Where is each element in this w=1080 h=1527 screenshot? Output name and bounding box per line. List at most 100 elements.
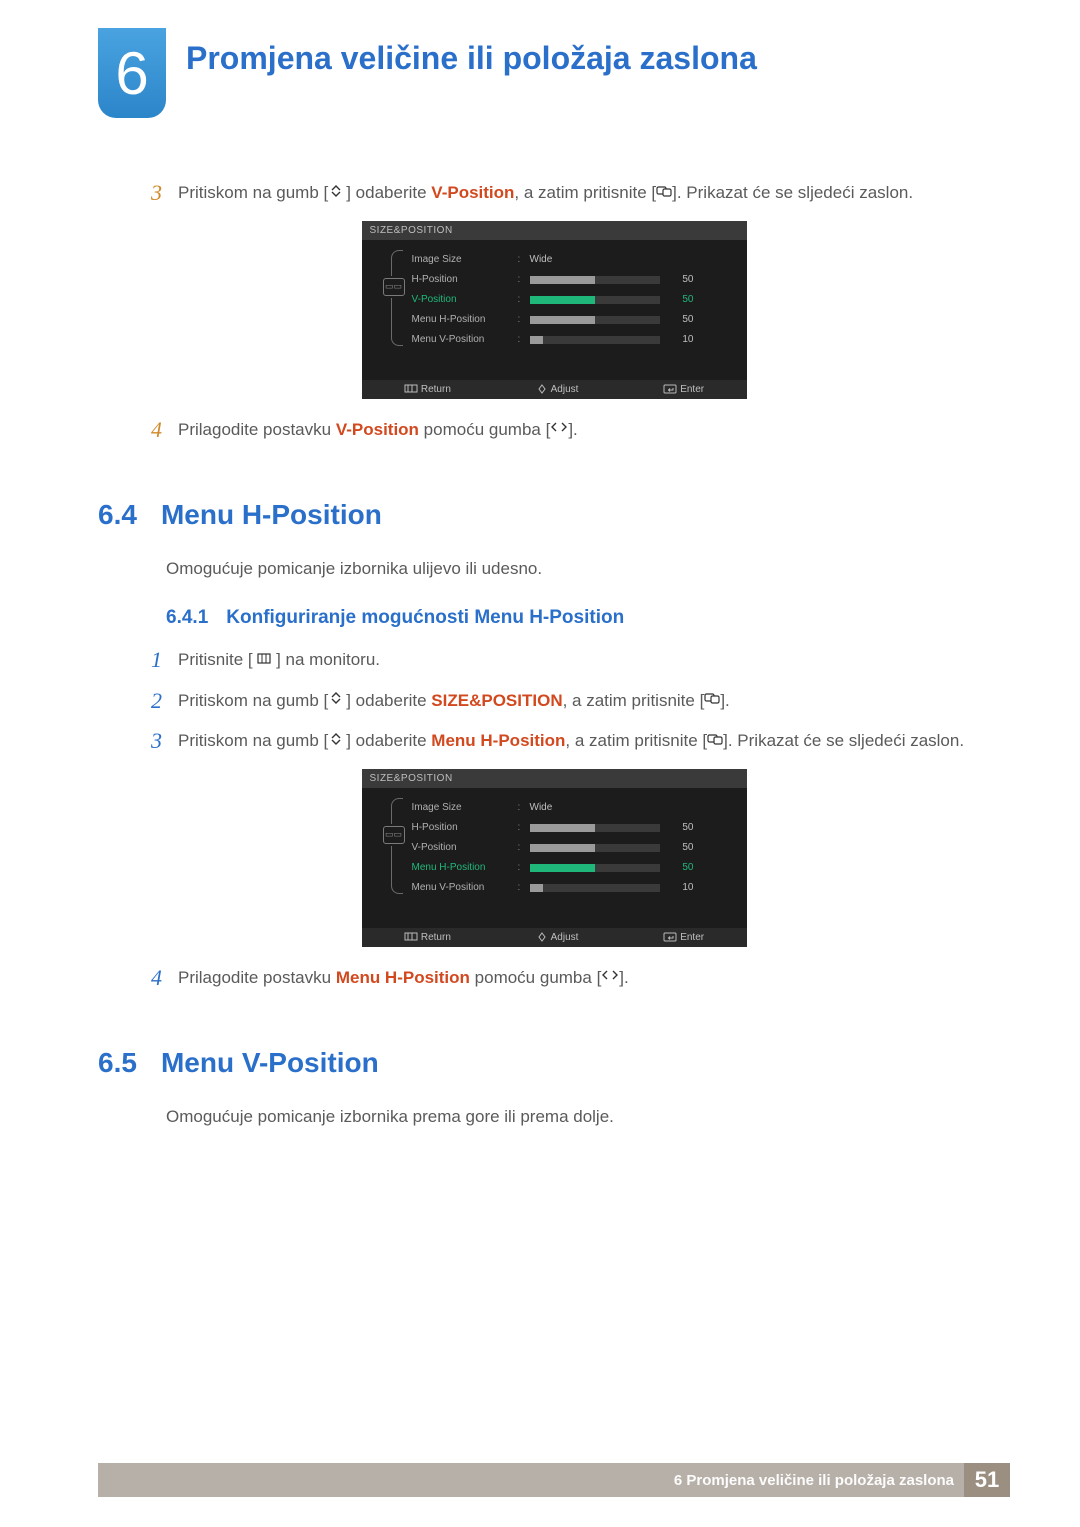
osd-row-label: Menu H-Position [412, 862, 512, 873]
osd-row: V-Position:50 [412, 838, 733, 858]
osd-title: SIZE&POSITION [362, 221, 747, 240]
osd-footer: Return Adjust Enter [362, 380, 747, 399]
updown-icon [328, 180, 346, 206]
osd-row: Image Size:Wide [412, 250, 733, 270]
osd-side: ▭▭ [376, 798, 412, 910]
osd-row-bar [530, 336, 660, 344]
updown-icon [328, 687, 346, 713]
osd-row-number: 50 [668, 274, 694, 285]
osd-row-label: Image Size [412, 254, 512, 265]
s641-step-4: 4 Prilagodite postavku Menu H-Position p… [98, 965, 1010, 992]
osd-row-label: Menu H-Position [412, 314, 512, 325]
section-title: Menu H-Position [161, 499, 382, 531]
osd-row: V-Position:50 [412, 290, 733, 310]
osd-side: ▭▭ [376, 250, 412, 362]
osd-foot-return: Return [404, 932, 451, 943]
step-4-top: 4 Prilagodite postavku V-Position pomoću… [98, 417, 1010, 444]
section-6-5-head: 6.5 Menu V-Position [98, 1047, 1010, 1079]
osd-foot-adjust: Adjust [536, 384, 579, 395]
osd-row-number: 50 [668, 822, 694, 833]
osd-row-number: 50 [668, 314, 694, 325]
step-text: Pritisnite [ ] na monitoru. [178, 647, 1010, 674]
osd-row: Menu H-Position:50 [412, 310, 733, 330]
osd-row-number: 10 [668, 334, 694, 345]
osd-side-icon: ▭▭ [383, 826, 405, 844]
osd-row-label: H-Position [412, 274, 512, 285]
menu-icon [257, 647, 271, 673]
highlight: V-Position [431, 183, 514, 202]
subsection-6-4-1-head: 6.4.1 Konfiguriranje mogućnosti Menu H-P… [166, 607, 1010, 629]
highlight: Menu H-Position [431, 731, 565, 750]
section-6-5-para: Omogućuje pomicanje izbornika prema gore… [166, 1107, 1010, 1127]
section-number: 6.5 [98, 1047, 137, 1079]
step-text: Pritiskom na gumb [] odaberite V-Positio… [178, 180, 1010, 207]
chapter-badge: 6 [98, 28, 166, 118]
step-number: 3 [98, 728, 178, 755]
s641-step-2: 2 Pritiskom na gumb [] odaberite SIZE&PO… [98, 688, 1010, 715]
osd-row-number: 50 [668, 294, 694, 305]
osd-row-bar [530, 824, 660, 832]
section-number: 6.4 [98, 499, 137, 531]
osd-row-bar [530, 296, 660, 304]
step-number: 3 [98, 180, 178, 207]
footer-text: 6 Promjena veličine ili položaja zaslona [674, 1472, 964, 1489]
osd-panel-2: SIZE&POSITION ▭▭ Image Size:WideH-Positi… [362, 769, 747, 947]
osd-row-bar [530, 316, 660, 324]
osd-row-value: Wide [530, 254, 590, 265]
step-text: Pritiskom na gumb [] odaberite SIZE&POSI… [178, 688, 1010, 715]
enter-icon [707, 728, 723, 754]
osd-row-label: V-Position [412, 294, 512, 305]
osd-row-bar [530, 276, 660, 284]
osd-row: H-Position:50 [412, 818, 733, 838]
osd-row-label: V-Position [412, 842, 512, 853]
osd-row-label: Image Size [412, 802, 512, 813]
section-title: Menu V-Position [161, 1047, 379, 1079]
step-text: Prilagodite postavku Menu H-Position pom… [178, 965, 1010, 992]
osd-row-bar [530, 844, 660, 852]
osd-row-number: 50 [668, 842, 694, 853]
enter-icon [704, 687, 720, 713]
highlight: Menu H-Position [336, 968, 470, 987]
leftright-icon [550, 416, 568, 442]
osd-footer: Return Adjust Enter [362, 928, 747, 947]
highlight: SIZE&POSITION [431, 691, 562, 710]
updown-icon [328, 728, 346, 754]
leftright-icon [601, 964, 619, 990]
osd-side-icon: ▭▭ [383, 278, 405, 296]
chapter-number: 6 [115, 39, 148, 108]
osd-row-number: 10 [668, 882, 694, 893]
enter-icon [656, 180, 672, 206]
highlight: V-Position [336, 420, 419, 439]
osd-foot-enter: Enter [663, 384, 704, 395]
step-number: 4 [98, 417, 178, 444]
s641-step-3: 3 Pritiskom na gumb [] odaberite Menu H-… [98, 728, 1010, 755]
osd-row: Menu V-Position:10 [412, 330, 733, 350]
osd-row: Menu H-Position:50 [412, 858, 733, 878]
osd-row-label: Menu V-Position [412, 882, 512, 893]
osd-foot-adjust: Adjust [536, 932, 579, 943]
footer-page-number: 51 [964, 1463, 1010, 1497]
s641-step-1: 1 Pritisnite [ ] na monitoru. [98, 647, 1010, 674]
step-number: 1 [98, 647, 178, 674]
section-6-4-head: 6.4 Menu H-Position [98, 499, 1010, 531]
subsection-number: 6.4.1 [166, 607, 208, 629]
step-number: 2 [98, 688, 178, 715]
step-3-top: 3 Pritiskom na gumb [] odaberite V-Posit… [98, 180, 1010, 207]
section-6-4-para: Omogućuje pomicanje izbornika ulijevo il… [166, 559, 1010, 579]
step-text: Prilagodite postavku V-Position pomoću g… [178, 417, 1010, 444]
osd-row: Image Size:Wide [412, 798, 733, 818]
chapter-title: Promjena veličine ili položaja zaslona [186, 40, 757, 77]
osd-row-label: H-Position [412, 822, 512, 833]
osd-row-label: Menu V-Position [412, 334, 512, 345]
osd-row-number: 50 [668, 862, 694, 873]
osd-foot-return: Return [404, 384, 451, 395]
subsection-title: Konfiguriranje mogućnosti Menu H-Positio… [226, 607, 624, 629]
osd-row-bar [530, 884, 660, 892]
osd-title: SIZE&POSITION [362, 769, 747, 788]
osd-row-value: Wide [530, 802, 590, 813]
osd-panel-1: SIZE&POSITION ▭▭ Image Size:Wide H-Positi… [362, 221, 747, 399]
step-number: 4 [98, 965, 178, 992]
osd-foot-enter: Enter [663, 932, 704, 943]
osd-row-bar [530, 864, 660, 872]
step-text: Pritiskom na gumb [] odaberite Menu H-Po… [178, 728, 1010, 755]
